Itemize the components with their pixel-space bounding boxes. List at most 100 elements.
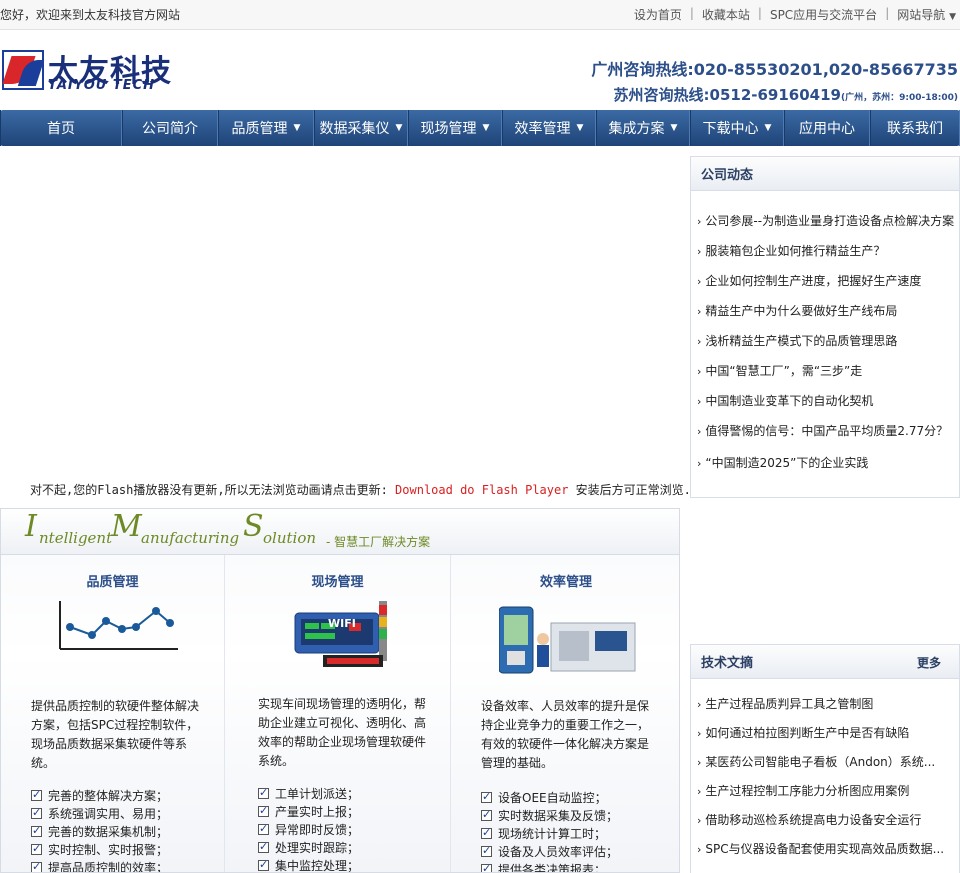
hotline-suzhou: 苏州咨询热线:0512-69160419(广州，苏州：9:00-18:00) bbox=[591, 84, 958, 105]
arrow-right-icon: › bbox=[697, 814, 702, 827]
hotline-suzhou-number: 苏州咨询热线:0512-69160419 bbox=[613, 86, 841, 104]
feature-list: 工单计划派送； 产量实时上报； 异常即时反馈； 处理实时跟踪； 集中监控处理； bbox=[258, 784, 360, 873]
flash-download-link[interactable]: Download do Flash Player bbox=[395, 483, 568, 497]
article-item[interactable]: › 借助移动巡检系统提高电力设备安全运行 bbox=[697, 811, 921, 828]
nav-about[interactable]: 公司简介 bbox=[122, 110, 218, 146]
nav-quality[interactable]: 品质管理 ▼ bbox=[218, 110, 314, 146]
nav-data-collector[interactable]: 数据采集仪 ▼ bbox=[314, 110, 408, 146]
nav-integration[interactable]: 集成方案 ▼ bbox=[596, 110, 690, 146]
feature-text: 异常即时反馈； bbox=[275, 823, 360, 837]
news-item[interactable]: › 中国制造业变革下的自动化契机 bbox=[697, 392, 873, 409]
hotline-guangzhou: 广州咨询热线:020-85530201,020-85667735 bbox=[591, 60, 958, 79]
news-item-text: 公司参展--为制造业量身打造设备点检解决方案 bbox=[705, 214, 955, 228]
news-item-text: 企业如何控制生产进度，把握好生产速度 bbox=[705, 274, 922, 288]
articles-header: 技术文摘 更多 bbox=[691, 645, 959, 679]
arrow-right-icon: › bbox=[697, 365, 702, 378]
intelligent-manufacturing-section: I ntelligent M anufacturing S olution - … bbox=[0, 508, 680, 873]
bookmark-link[interactable]: 收藏本站 bbox=[702, 6, 750, 23]
nav-label: 现场管理 bbox=[420, 121, 477, 137]
feature-text: 设备及人员效率评估； bbox=[498, 845, 619, 859]
article-item[interactable]: › SPC与仪器设备配套使用实现高效品质数据... bbox=[697, 840, 944, 857]
feature-text: 提供各类决策报表； bbox=[498, 863, 607, 873]
nav-label: 数据采集仪 bbox=[319, 121, 390, 137]
checkbox-icon bbox=[31, 804, 42, 822]
article-item[interactable]: › 生产过程控制工序能力分析图应用案例 bbox=[697, 782, 909, 799]
article-item-text: 生产过程控制工序能力分析图应用案例 bbox=[705, 784, 910, 798]
nav-contact[interactable]: 联系我们 bbox=[870, 110, 960, 146]
feature-item: 实时控制、实时报警； bbox=[31, 840, 168, 859]
nav-label: 品质管理 bbox=[231, 121, 288, 137]
feature-item: 产量实时上报； bbox=[258, 802, 360, 821]
ims-banner: I ntelligent M anufacturing S olution - … bbox=[1, 509, 679, 555]
news-item[interactable]: › 公司参展--为制造业量身打造设备点检解决方案 bbox=[697, 212, 954, 229]
article-item-text: SPC与仪器设备配套使用实现高效品质数据... bbox=[705, 842, 945, 856]
feature-item: 异常即时反馈； bbox=[258, 820, 360, 839]
feature-text: 实时数据采集及反馈； bbox=[498, 809, 619, 823]
solution-description: 提供品质控制的软硬件整体解决方案，包括SPC过程控制软件，现场品质数据采集软硬件… bbox=[31, 699, 200, 770]
checkbox-icon bbox=[481, 824, 492, 842]
caret-down-icon: ▼ bbox=[395, 123, 403, 133]
news-item[interactable]: › 服装箱包企业如何推行精益生产？ bbox=[697, 242, 885, 259]
company-logo[interactable]: 太友科技 TAIYOU TECH bbox=[2, 50, 182, 93]
news-item[interactable]: › 企业如何控制生产进度，把握好生产速度 bbox=[697, 272, 921, 289]
ims-title-text: ntelligent bbox=[39, 529, 113, 547]
solution-onsite[interactable]: 现场管理 WIFI 实现车间现场管理的透明化，帮助企业建立可视化、透明化、高效率… bbox=[225, 555, 450, 873]
nav-efficiency[interactable]: 效率管理 ▼ bbox=[502, 110, 596, 146]
nav-application[interactable]: 应用中心 bbox=[784, 110, 870, 146]
news-item-text: 精益生产中为什么要做好生产线布局 bbox=[705, 304, 898, 318]
nav-onsite[interactable]: 现场管理 ▼ bbox=[408, 110, 502, 146]
divider: | bbox=[689, 6, 694, 20]
articles-more-link[interactable]: 更多 bbox=[917, 654, 941, 671]
feature-text: 产量实时上报； bbox=[275, 805, 360, 819]
nav-download[interactable]: 下载中心 ▼ bbox=[690, 110, 784, 146]
news-item-text: “中国制造2025”下的企业实践 bbox=[705, 456, 869, 470]
arrow-right-icon: › bbox=[697, 215, 702, 228]
article-item-text: 某医药公司智能电子看板（Andon）系统... bbox=[705, 755, 936, 769]
feature-list: 设备OEE自动监控； 实时数据采集及反馈； 现场统计计算工时； 设备及人员效率评… bbox=[481, 788, 619, 873]
feature-item: 提高品质控制的效率； bbox=[31, 858, 169, 873]
feature-text: 提高品质控制的效率； bbox=[48, 861, 169, 873]
article-item[interactable]: › 如何通过柏拉图判断生产中是否有缺陷 bbox=[697, 724, 909, 741]
news-item-text: 中国“智慧工厂”，需“三步”走 bbox=[705, 364, 863, 378]
news-item[interactable]: › 中国“智慧工厂”，需“三步”走 bbox=[697, 362, 862, 379]
arrow-right-icon: › bbox=[697, 756, 702, 769]
arrow-right-icon: › bbox=[697, 275, 702, 288]
set-homepage-link[interactable]: 设为首页 bbox=[634, 6, 682, 23]
feature-item: 完善的数据采集机制； bbox=[31, 822, 168, 841]
feature-text: 集中监控处理； bbox=[275, 859, 360, 873]
hotline: 广州咨询热线:020-85530201,020-85667735 苏州咨询热线:… bbox=[591, 56, 958, 105]
flash-fallback-message: 对不起,您的Flash播放器没有更新,所以无法浏览动画请点击更新: Downlo… bbox=[30, 481, 691, 498]
solution-quality[interactable]: 品质管理 提供品质控制的软硬件整体解决方案，包括SPC过程控制软件，现场品质数据… bbox=[1, 555, 224, 873]
news-item[interactable]: › 值得警惕的信号：中国产品平均质量2.77分？ bbox=[697, 422, 948, 439]
welcome-text: 您好，欢迎来到太友科技官方网站 bbox=[0, 8, 181, 22]
spc-platform-link[interactable]: SPC应用与交流平台 bbox=[770, 6, 877, 23]
nav-home[interactable]: 首页 bbox=[0, 110, 122, 146]
news-item[interactable]: › 浅析精益生产模式下的品质管理思路 bbox=[697, 332, 897, 349]
caret-down-icon: ▼ bbox=[670, 123, 678, 133]
ims-title-letter: S bbox=[243, 509, 264, 544]
news-item-text: 中国制造业变革下的自动化契机 bbox=[705, 394, 874, 408]
site-nav-link[interactable]: 网站导航 ▼ bbox=[897, 6, 956, 23]
site-nav-label: 网站导航 bbox=[897, 8, 946, 22]
feature-item: 提供各类决策报表； bbox=[481, 860, 618, 873]
main-nav: 首页 公司简介 品质管理 ▼ 数据采集仪 ▼ 现场管理 ▼ 效率管理 ▼ 集成方案 ▼ 下… bbox=[0, 110, 960, 146]
article-item[interactable]: › 某医药公司智能电子看板（Andon）系统... bbox=[697, 753, 935, 770]
arrow-right-icon: › bbox=[697, 335, 702, 348]
feature-item: 工单计划派送； bbox=[258, 784, 360, 803]
solution-efficiency[interactable]: 效率管理 设备效率、人员效率的提升是保持企业竞争力的重要工作之一，有效的软硬件一… bbox=[451, 555, 679, 873]
solution-title: 现场管理 bbox=[311, 575, 364, 590]
feature-list: 完善的整体解决方案； 系统强调实用、易用； 完善的数据采集机制； 实时控制、实时… bbox=[31, 786, 169, 873]
news-item-text: 值得警惕的信号：中国产品平均质量2.77分？ bbox=[705, 424, 949, 438]
news-item[interactable]: › 精益生产中为什么要做好生产线布局 bbox=[697, 302, 897, 319]
arrow-right-icon: › bbox=[697, 785, 702, 798]
checkbox-icon bbox=[31, 786, 42, 804]
machine-illustration bbox=[499, 606, 636, 674]
feature-text: 工单计划派送； bbox=[275, 787, 360, 801]
article-item-text: 生产过程品质判异工具之管制图 bbox=[705, 697, 874, 711]
checkbox-icon bbox=[31, 822, 42, 840]
checkbox-icon bbox=[481, 842, 492, 860]
news-item[interactable]: › “中国制造2025”下的企业实践 bbox=[697, 454, 868, 471]
hotline-hours: (广州，苏州：9:00-18:00) bbox=[841, 93, 958, 103]
article-item[interactable]: › 生产过程品质判异工具之管制图 bbox=[697, 695, 873, 712]
news-item-text: 浅析精益生产模式下的品质管理思路 bbox=[705, 334, 898, 348]
